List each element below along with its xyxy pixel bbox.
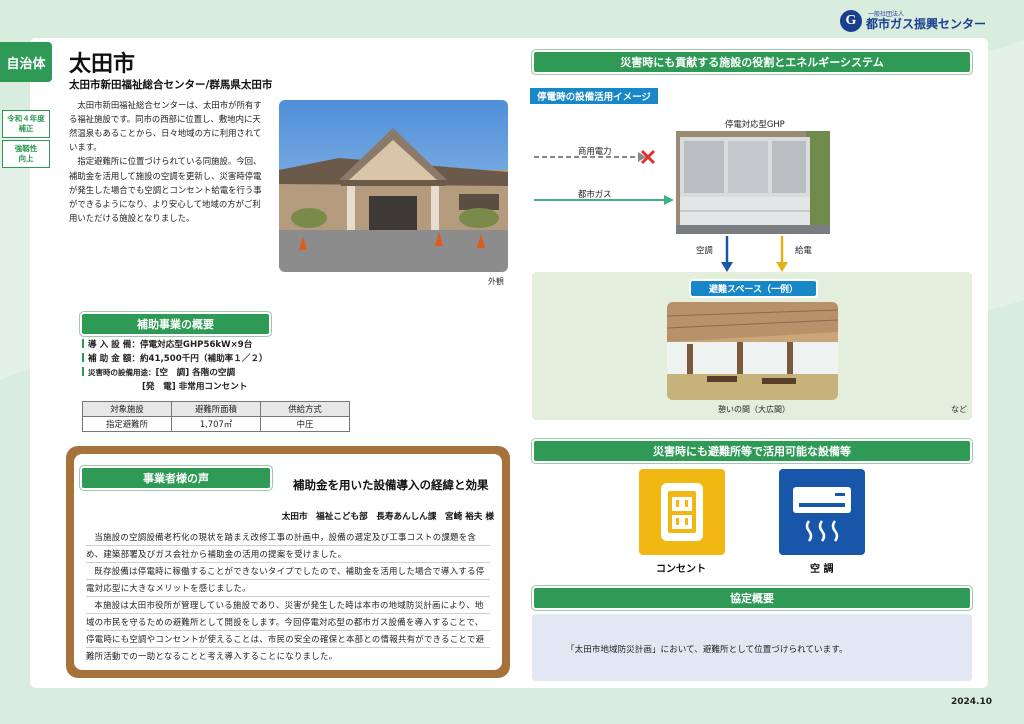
agreement-heading: 協定概要 <box>534 588 970 608</box>
voice-paragraph: 当施設の空調設備老朽化の現状を踏まえ改修工事の計画中，設備の選定及び工事コストの… <box>86 532 477 559</box>
disaster-use-power: [発 電] 非常用コンセント <box>142 381 248 392</box>
output-arrows <box>721 236 788 272</box>
intro-paragraph: 指定避難所に位置づけられている同施設。今回、補助金を活用して施設の空調を更新し、… <box>69 156 262 223</box>
hall-caption: 憩いの間（大広間） <box>718 405 790 414</box>
table-row: 指定避難所 1,707㎡ 中圧 <box>82 416 350 432</box>
exterior-photo <box>279 100 508 272</box>
commercial-power-label: 商用電力 <box>578 146 612 156</box>
subsidy-details: 導 入 設 備：停電対応型GHP56kW×9台 補 助 金 額：約41,500千… <box>82 339 268 395</box>
logo-mark-icon: G <box>839 10 862 32</box>
voice-body: 当施設の空調設備老朽化の現状を踏まえ改修工事の計画中，設備の選定及び工事コストの… <box>86 529 490 665</box>
aircon-label: 空調 <box>696 245 713 255</box>
voice-paragraph: 本施設は太田市役所が管理している施設であり、災害が発生した時は本市の地域防災計画… <box>86 600 485 661</box>
aircon-tile <box>779 469 865 555</box>
city-gas-label: 都市ガス <box>578 189 612 199</box>
agreement-text: 「太田市地域防災計画」において、避難所として位置づけられています。 <box>566 645 848 655</box>
table-header: 対象施設 <box>82 401 172 417</box>
table-header: 避難所面積 <box>171 401 261 417</box>
energy-subheading: 停電時の設備活用イメージ <box>530 88 658 104</box>
voice-paragraph: 既存設備は停電時に稼働することができないタイプでしたので、補助金を活用した場合で… <box>86 566 485 593</box>
voice-author: 太田市 福祉こども部 長寿あんしん課 宮崎 裕夫 様 <box>281 512 494 522</box>
outlet-icon <box>661 483 703 541</box>
ghp-unit-photo <box>676 131 830 234</box>
outlet-label: コンセント <box>656 564 706 575</box>
badge-resilience: 強靱性 向上 <box>2 140 50 169</box>
table-header-row: 対象施設 避難所面積 供給方式 <box>82 401 350 417</box>
voice-heading: 事業者様の声 <box>82 468 270 488</box>
energy-system-heading: 災害時にも貢献する施設の役割とエネルギーシステム <box>534 52 970 72</box>
aircon-label-equipment: 空 調 <box>810 564 834 575</box>
hall-photo <box>667 302 838 400</box>
subsidy-heading: 補助事業の概要 <box>82 314 269 334</box>
city-title: 太田市 <box>69 52 136 77</box>
category-tag: 自治体 <box>0 42 52 82</box>
disaster-use-aircon: [空 調] 各階の空調 <box>155 367 236 378</box>
publish-date: 2024.10 <box>951 697 992 707</box>
air-conditioner-icon <box>793 487 851 542</box>
facility-subtitle: 太田市新田福祉総合センター/群馬県太田市 <box>69 79 273 91</box>
subsidy-amount: 補 助 金 額：約41,500千円（補助率１／２） <box>88 353 268 364</box>
shelter-label: 避難スペース（一例） <box>691 281 816 296</box>
organization-logo: G 一般社団法人 都市ガス振興センター <box>839 10 986 32</box>
facility-table: 対象施設 避難所面積 供給方式 指定避難所 1,707㎡ 中圧 <box>82 401 350 432</box>
exterior-caption: 外観 <box>488 277 504 286</box>
voice-title: 補助金を用いた設備導入の経緯と効果 <box>293 478 489 492</box>
intro-text: 太田市新田福祉総合センターは、太田市が所有する福祉施設です。同市の西部に位置し、… <box>69 98 269 225</box>
table-cell: 1,707㎡ <box>171 416 261 432</box>
intro-paragraph: 太田市新田福祉総合センターは、太田市が所有する福祉施設です。同市の西部に位置し、… <box>69 100 262 153</box>
outlet-tile <box>639 469 725 555</box>
voice-frame: 事業者様の声 補助金を用いた設備導入の経緯と効果 太田市 福祉こども部 長寿あん… <box>66 446 510 678</box>
logo-title: 都市ガス振興センター <box>865 17 986 31</box>
disaster-use-label: 災害時の設備用途： <box>88 367 156 377</box>
badge-fiscal-year: 令和４年度 補正 <box>2 110 50 139</box>
voice-panel: 事業者様の声 補助金を用いた設備導入の経緯と効果 太田市 福祉こども部 長寿あん… <box>74 454 502 670</box>
power-supply-label: 給電 <box>795 245 812 255</box>
subsidy-equipment: 導 入 設 備：停電対応型GHP56kW×9台 <box>88 340 253 350</box>
table-cell: 中圧 <box>260 416 350 432</box>
table-cell: 指定避難所 <box>82 416 172 432</box>
equipment-heading: 災害時にも避難所等で活用可能な設備等 <box>534 441 970 461</box>
table-header: 供給方式 <box>260 401 350 417</box>
etc-note: など <box>951 405 967 414</box>
ghp-label: 停電対応型GHP <box>725 119 785 129</box>
